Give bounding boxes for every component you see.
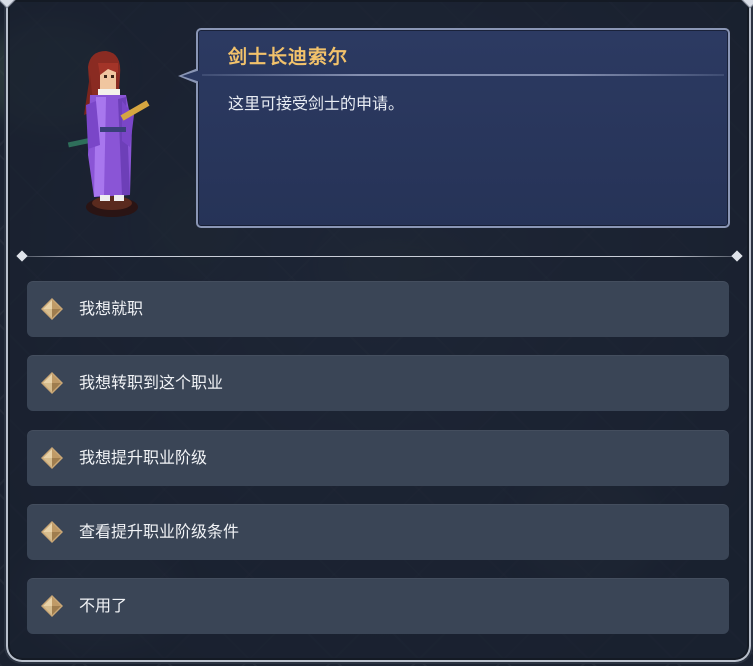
option-label: 我想就职 — [79, 299, 144, 318]
option-view-rank-conditions[interactable]: 查看提升职业阶级条件 — [27, 504, 729, 560]
diamond-icon — [41, 298, 63, 320]
option-label: 我想转职到这个职业 — [79, 373, 224, 392]
option-apply-job[interactable]: 我想就职 — [27, 281, 729, 337]
option-change-job[interactable]: 我想转职到这个职业 — [27, 355, 729, 411]
option-decline[interactable]: 不用了 — [27, 578, 729, 634]
option-rank-up[interactable]: 我想提升职业阶级 — [27, 430, 729, 486]
npc-portrait — [67, 51, 150, 217]
diamond-icon — [41, 447, 63, 469]
panel-corner-ornament — [741, 0, 753, 9]
npc-name: 剑士长迪索尔 — [228, 46, 349, 68]
diamond-icon — [41, 372, 63, 394]
dialog-text: 这里可接受剑士的申请。 — [228, 94, 405, 113]
option-label: 查看提升职业阶级条件 — [79, 522, 240, 541]
speech-bubble-tail-fill — [182, 70, 200, 82]
speech-bubble: 剑士长迪索尔 这里可接受剑士的申请。 — [196, 28, 730, 228]
name-divider — [202, 74, 724, 76]
diamond-icon — [41, 595, 63, 617]
section-divider — [22, 256, 740, 257]
option-label: 不用了 — [79, 596, 128, 615]
diamond-icon — [41, 521, 63, 543]
option-label: 我想提升职业阶级 — [79, 448, 208, 467]
